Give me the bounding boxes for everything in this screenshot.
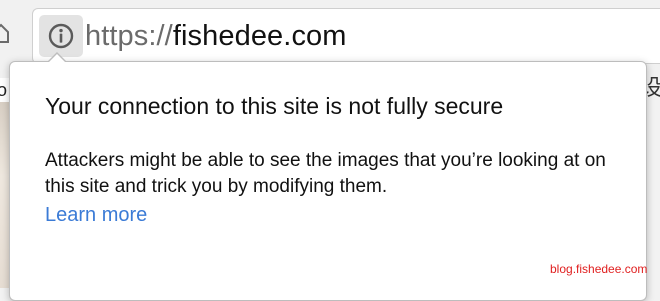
popup-arrow [48, 54, 66, 63]
url-text[interactable]: https://fishedee.com [85, 19, 347, 53]
popup-body: Attackers might be able to see the image… [45, 148, 635, 229]
site-info-button[interactable] [39, 15, 83, 57]
home-icon[interactable] [0, 22, 10, 44]
page-fragment-left: o [0, 80, 8, 100]
watermark: blog.fishedee.com [550, 262, 648, 276]
url-host: fishedee.com [172, 20, 347, 52]
address-bar[interactable]: https://fishedee.com [32, 8, 660, 64]
popup-title: Your connection to this site is not full… [45, 93, 504, 119]
popup-description: Attackers might be able to see the image… [45, 150, 606, 197]
info-circle-icon [48, 23, 74, 49]
url-scheme: https:// [85, 20, 173, 52]
learn-more-link[interactable]: Learn more [45, 203, 147, 227]
